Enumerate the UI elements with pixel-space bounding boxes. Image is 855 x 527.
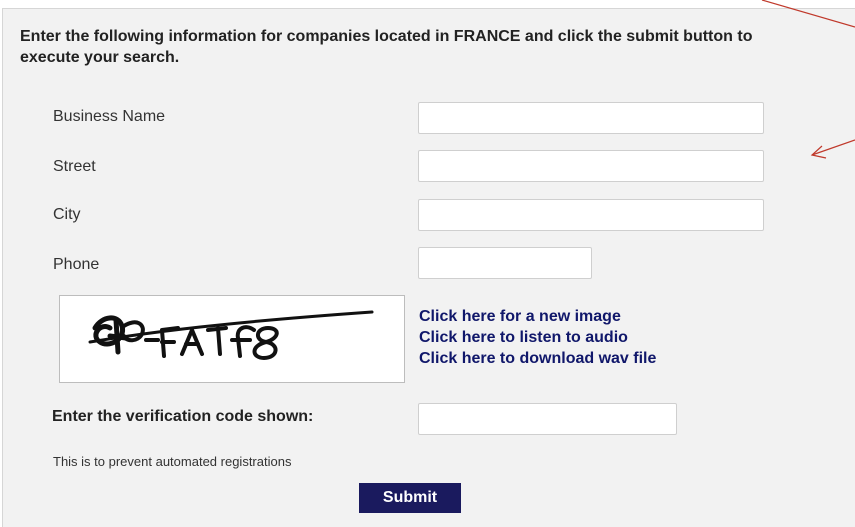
street-label: Street [53, 158, 96, 175]
city-input[interactable] [418, 199, 764, 231]
download-wav-link[interactable]: Click here to download wav file [419, 348, 656, 369]
submit-button[interactable]: Submit [359, 483, 461, 513]
business-name-label: Business Name [53, 108, 166, 125]
captcha-image [59, 295, 405, 383]
captcha-links: Click here for a new image Click here to… [419, 306, 656, 369]
phone-label: Phone [53, 256, 100, 273]
automation-notice: This is to prevent automated registratio… [53, 454, 292, 469]
form-instructions: Enter the following information for comp… [20, 28, 753, 66]
verification-code-input[interactable] [418, 403, 677, 435]
listen-audio-link[interactable]: Click here to listen to audio [419, 327, 656, 348]
street-input[interactable] [418, 150, 764, 182]
new-captcha-image-link[interactable]: Click here for a new image [419, 306, 656, 327]
city-label: City [53, 206, 81, 223]
verification-code-label: Enter the verification code shown: [52, 408, 314, 425]
phone-input[interactable] [418, 247, 592, 279]
business-name-input[interactable] [418, 102, 764, 134]
